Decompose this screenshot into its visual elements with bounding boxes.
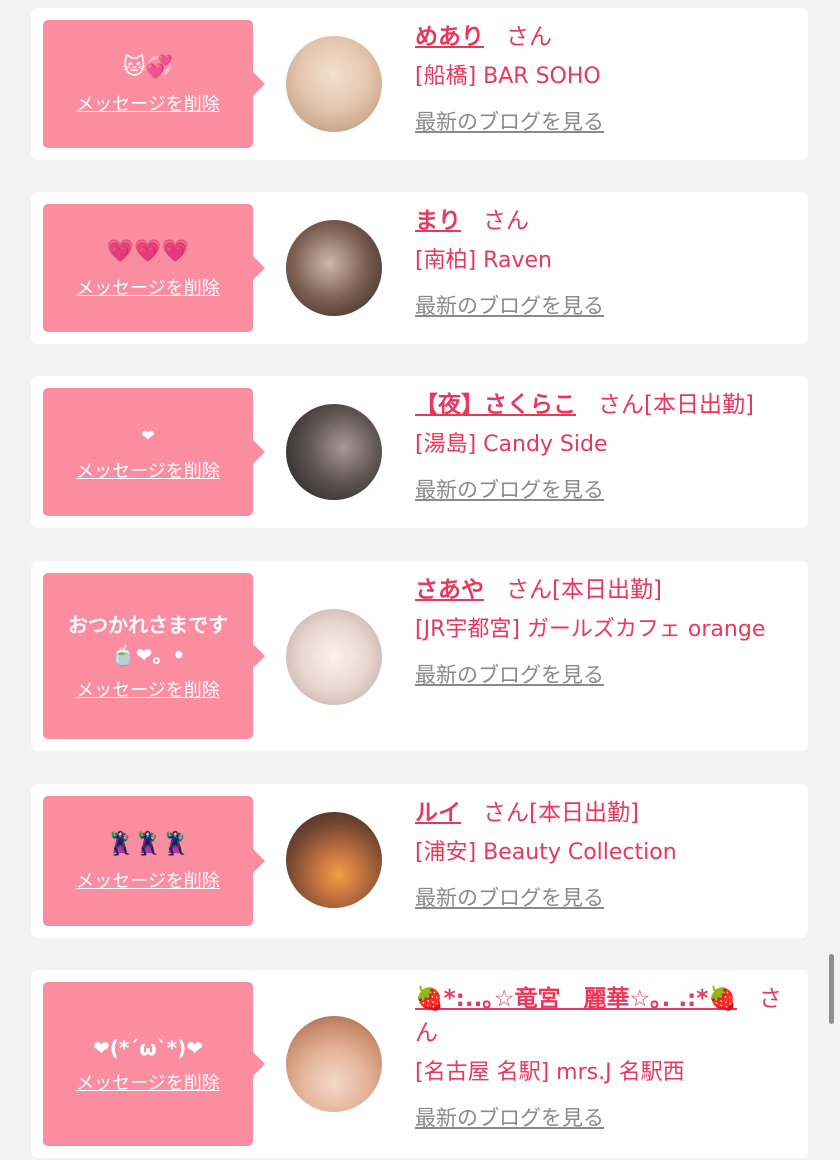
- delete-message-link[interactable]: メッセージを削除: [76, 676, 220, 702]
- latest-blog-link[interactable]: 最新のブログを見る: [415, 107, 604, 137]
- cast-name-link[interactable]: 【夜】さくらこ: [415, 392, 576, 418]
- latest-blog-link[interactable]: 最新のブログを見る: [415, 883, 604, 913]
- message-text: 🦹‍♀️🦹‍♀️🦹‍♀️: [106, 832, 190, 857]
- message-bubble: ❤ メッセージを削除: [43, 388, 265, 516]
- message-text: ❤: [141, 426, 155, 445]
- name-line: まり さん: [415, 204, 786, 238]
- avatar[interactable]: [286, 404, 382, 500]
- message-bubble: おつかれさまです 🍵❤。• メッセージを削除: [43, 573, 265, 739]
- message-bubble: 💗💗💗 メッセージを削除: [43, 204, 265, 332]
- name-line: 【夜】さくらこ さん[本日出勤]: [415, 388, 786, 422]
- delete-message-link[interactable]: メッセージを削除: [76, 274, 220, 300]
- delete-message-link[interactable]: メッセージを削除: [76, 867, 220, 893]
- name-line: さあや さん[本日出勤]: [415, 573, 786, 607]
- name-line: 🍓*:..｡☆竜宮 麗華☆｡. .:*🍓 さん: [415, 982, 786, 1050]
- avatar[interactable]: [286, 36, 382, 132]
- cast-info: 🍓*:..｡☆竜宮 麗華☆｡. .:*🍓 さん [名古屋 名駅] mrs.J 名駅…: [415, 982, 786, 1133]
- cast-name-link[interactable]: ルイ: [415, 800, 461, 826]
- honorific: さん: [598, 392, 644, 418]
- honorific: さん: [483, 208, 529, 234]
- message-text: 🐱💞: [122, 55, 174, 80]
- favorite-card: 💗💗💗 メッセージを削除 まり さん [南柏] Raven 最新のブログを見る: [31, 192, 808, 344]
- avatar[interactable]: [286, 812, 382, 908]
- message-bubble: 🐱💞 メッセージを削除: [43, 20, 265, 148]
- latest-blog-link[interactable]: 最新のブログを見る: [415, 1103, 604, 1133]
- shop-name: [名古屋 名駅] mrs.J 名駅西: [415, 1060, 685, 1085]
- message-text: ❤(*´ω`*)❤: [92, 1036, 204, 1060]
- latest-blog-link[interactable]: 最新のブログを見る: [415, 475, 604, 505]
- shop-name: [南柏] Raven: [415, 248, 552, 273]
- shop-name: [湯島] Candy Side: [415, 432, 608, 457]
- avatar[interactable]: [286, 609, 382, 705]
- latest-blog-link[interactable]: 最新のブログを見る: [415, 660, 604, 690]
- honorific: さん: [483, 800, 529, 826]
- cast-info: 【夜】さくらこ さん[本日出勤] [湯島] Candy Side 最新のブログを見…: [415, 388, 786, 505]
- favorite-card: ❤(*´ω`*)❤ メッセージを削除 🍓*:..｡☆竜宮 麗華☆｡. .:*🍓 さ…: [31, 970, 808, 1158]
- status-label: [本日出勤]: [552, 577, 662, 603]
- favorite-card: おつかれさまです 🍵❤。• メッセージを削除 さあや さん[本日出勤] [JR宇都…: [31, 561, 808, 751]
- honorific: さん: [506, 577, 552, 603]
- message-text: 💗💗💗: [106, 239, 190, 264]
- cast-name-link[interactable]: めあり: [415, 24, 484, 50]
- latest-blog-link[interactable]: 最新のブログを見る: [415, 291, 604, 321]
- cast-info: まり さん [南柏] Raven 最新のブログを見る: [415, 204, 786, 321]
- avatar[interactable]: [286, 220, 382, 316]
- cast-name-link[interactable]: さあや: [415, 577, 484, 603]
- delete-message-link[interactable]: メッセージを削除: [76, 90, 220, 116]
- shop-name: [船橋] BAR SOHO: [415, 64, 601, 89]
- status-label: [本日出勤]: [644, 392, 754, 418]
- shop-name: [JR宇都宮] ガールズカフェ orange: [415, 617, 766, 642]
- name-line: めあり さん: [415, 20, 786, 54]
- cast-name-link[interactable]: 🍓*:..｡☆竜宮 麗華☆｡. .:*🍓: [415, 986, 737, 1012]
- delete-message-link[interactable]: メッセージを削除: [76, 457, 220, 483]
- favorite-card: ❤ メッセージを削除 【夜】さくらこ さん[本日出勤] [湯島] Candy Si…: [31, 376, 808, 528]
- honorific: さん: [506, 24, 552, 50]
- name-line: ルイ さん[本日出勤]: [415, 796, 786, 830]
- cast-info: ルイ さん[本日出勤] [浦安] Beauty Collection 最新のブログ…: [415, 796, 786, 913]
- avatar[interactable]: [286, 1016, 382, 1112]
- cast-name-link[interactable]: まり: [415, 208, 461, 234]
- scrollbar[interactable]: [829, 954, 834, 1024]
- cast-info: さあや さん[本日出勤] [JR宇都宮] ガールズカフェ orange 最新のブロ…: [415, 573, 786, 690]
- status-label: [本日出勤]: [529, 800, 639, 826]
- message-text: おつかれさまです 🍵❤。•: [68, 613, 228, 667]
- shop-name: [浦安] Beauty Collection: [415, 840, 677, 865]
- cast-info: めあり さん [船橋] BAR SOHO 最新のブログを見る: [415, 20, 786, 137]
- message-bubble: ❤(*´ω`*)❤ メッセージを削除: [43, 982, 265, 1146]
- message-bubble: 🦹‍♀️🦹‍♀️🦹‍♀️ メッセージを削除: [43, 796, 265, 926]
- favorite-card: 🦹‍♀️🦹‍♀️🦹‍♀️ メッセージを削除 ルイ さん[本日出勤] [浦安] Be…: [31, 784, 808, 938]
- delete-message-link[interactable]: メッセージを削除: [76, 1069, 220, 1095]
- favorite-card: 🐱💞 メッセージを削除 めあり さん [船橋] BAR SOHO 最新のブログを見…: [31, 8, 808, 160]
